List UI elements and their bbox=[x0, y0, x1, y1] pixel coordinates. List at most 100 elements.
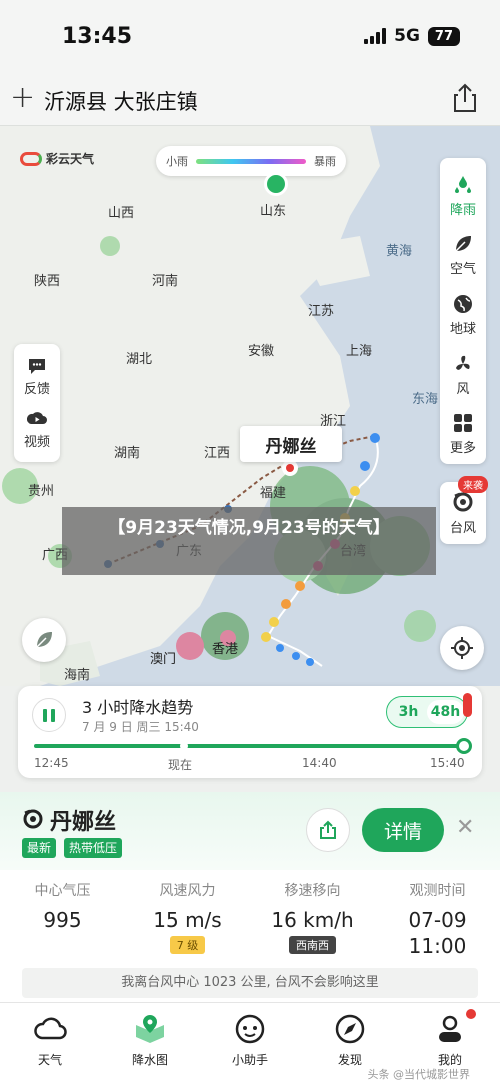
stat-value: 07-09 bbox=[408, 908, 467, 932]
stat-label: 观测时间 bbox=[409, 883, 466, 899]
sea-label: 黄海 bbox=[386, 244, 413, 259]
chat-icon bbox=[28, 358, 45, 374]
province-label: 江苏 bbox=[308, 304, 335, 319]
timeline-now-mark bbox=[180, 742, 188, 750]
share-icon bbox=[320, 820, 336, 839]
fan-icon bbox=[456, 355, 470, 370]
location-title[interactable]: 沂源县 大张庄镇 bbox=[44, 86, 198, 116]
brand-logo: 彩云天气 bbox=[20, 150, 94, 167]
rain-legend: 小雨 暴雨 bbox=[156, 146, 346, 176]
stat-label: 中心气压 bbox=[34, 883, 91, 899]
stat-label: 风速风力 bbox=[159, 883, 216, 899]
layer-label: 降雨 bbox=[449, 202, 476, 218]
layer-wind[interactable]: 风 bbox=[440, 345, 486, 405]
signal-icon bbox=[364, 28, 387, 44]
layer-more[interactable]: 更多 bbox=[440, 404, 486, 464]
forecast-title: 3 小时降水趋势 bbox=[82, 698, 194, 717]
network-type: 5G bbox=[394, 26, 420, 46]
timeline-knob[interactable] bbox=[456, 738, 472, 754]
province-label: 福建 bbox=[260, 486, 287, 501]
tab-label: 发现 bbox=[337, 1053, 362, 1067]
stat-value: 15 m/s bbox=[153, 908, 222, 932]
status-time: 13:45 bbox=[62, 24, 133, 49]
tab-assistant[interactable]: 小助手 bbox=[200, 1003, 300, 1083]
legend-low: 小雨 bbox=[166, 155, 188, 168]
locate-button[interactable] bbox=[440, 626, 484, 670]
layer-label: 风 bbox=[456, 381, 470, 397]
stat-movement: 移速移向 16 km/h 西南西 bbox=[250, 880, 375, 966]
typhoon-sheet-header: 丹娜丝 最新 热带低压 详情 ✕ bbox=[0, 792, 500, 870]
toggle-48h[interactable]: 48h bbox=[427, 700, 464, 724]
notification-dot bbox=[463, 693, 472, 717]
layer-label: 地球 bbox=[449, 321, 476, 337]
typhoon-stats: 中心气压 995 风速风力 15 m/s 7 级 移速移向 16 km/h 西南… bbox=[0, 870, 500, 966]
article-title-overlay: 【9月23天气情况,9月23号的天气】 bbox=[62, 507, 436, 575]
wind-level-badge: 7 级 bbox=[169, 936, 206, 954]
stat-pressure: 中心气压 995 bbox=[0, 880, 125, 966]
location-pin-icon[interactable] bbox=[264, 172, 288, 196]
share-icon[interactable] bbox=[450, 82, 480, 114]
stat-observed: 观测时间 07-09 11:00 bbox=[375, 880, 500, 966]
profile-icon bbox=[439, 1015, 461, 1042]
layer-air[interactable]: 空气 bbox=[440, 226, 486, 286]
status-bar: 13:45 5G 77 bbox=[0, 0, 500, 74]
layer-label: 更多 bbox=[449, 441, 476, 457]
leaf-button[interactable] bbox=[22, 618, 66, 662]
pause-button[interactable] bbox=[32, 698, 66, 732]
province-label: 河南 bbox=[152, 274, 179, 289]
toggle-3h[interactable]: 3h bbox=[390, 700, 427, 724]
crosshair-icon bbox=[451, 637, 473, 659]
typhoon-map-label[interactable]: 丹娜丝 bbox=[240, 426, 342, 462]
grid-icon bbox=[454, 414, 472, 433]
typhoon-icon bbox=[453, 492, 473, 511]
legend-gradient bbox=[196, 158, 306, 164]
typhoon-icon bbox=[23, 809, 43, 829]
close-icon[interactable]: ✕ bbox=[456, 816, 474, 840]
map-pin-icon bbox=[136, 1015, 164, 1043]
top-bar: + 沂源县 大张庄镇 bbox=[0, 74, 500, 126]
tab-label: 天气 bbox=[37, 1053, 62, 1067]
legend-high: 暴雨 bbox=[314, 155, 336, 168]
tag-level: 热带低压 bbox=[64, 838, 123, 858]
tab-precipitation-map[interactable]: 降水图 bbox=[100, 1003, 200, 1083]
detail-button[interactable]: 详情 bbox=[362, 808, 444, 852]
typhoon-layer-button[interactable]: 来袭 台风 bbox=[440, 476, 488, 544]
tab-weather[interactable]: 天气 bbox=[0, 1003, 100, 1083]
province-label: 湖南 bbox=[114, 446, 141, 461]
layer-rain[interactable]: 降雨 bbox=[440, 166, 486, 226]
video-label: 视频 bbox=[23, 434, 50, 450]
cloud-icon bbox=[34, 1017, 67, 1040]
province-label: 陕西 bbox=[34, 274, 61, 289]
typhoon-share-button[interactable] bbox=[306, 808, 350, 852]
compass-icon bbox=[335, 1014, 365, 1044]
precipitation-forecast-card: 3 小时降水趋势 7 月 9 日 周三 15:40 3h 48h 12:45 现… bbox=[18, 686, 482, 778]
layer-globe[interactable]: 地球 bbox=[440, 285, 486, 345]
forecast-date: 7 月 9 日 周三 15:40 bbox=[82, 720, 199, 734]
feedback-button[interactable]: 反馈 bbox=[24, 357, 50, 397]
province-label: 安徽 bbox=[248, 344, 275, 359]
globe-icon bbox=[454, 294, 472, 313]
battery-icon: 77 bbox=[427, 26, 460, 46]
logo-icon bbox=[20, 151, 42, 166]
play-icon bbox=[26, 411, 47, 424]
tag-latest: 最新 bbox=[22, 838, 57, 858]
feedback-label: 反馈 bbox=[23, 381, 50, 397]
radar-map[interactable]: 彩云天气 小雨 暴雨 山西 山东 陕西 河南 江苏 湖北 安徽 上海 浙江 湖南… bbox=[0, 126, 500, 686]
timeline-slider[interactable] bbox=[34, 738, 472, 754]
sea-label: 东海 bbox=[412, 392, 439, 407]
timeline-label: 15:40 bbox=[430, 756, 465, 770]
timeline-label: 12:45 bbox=[34, 756, 69, 770]
status-icons: 5G 77 bbox=[364, 26, 460, 46]
add-location-icon[interactable]: + bbox=[10, 82, 35, 114]
notification-dot bbox=[466, 1009, 476, 1019]
tab-label: 降水图 bbox=[131, 1053, 168, 1067]
province-label: 山西 bbox=[108, 206, 135, 221]
video-button[interactable]: 视频 bbox=[24, 410, 50, 450]
range-toggle[interactable]: 3h 48h bbox=[386, 693, 472, 728]
city-label: 澳门 bbox=[150, 652, 177, 667]
assistant-icon bbox=[235, 1014, 265, 1044]
direction-badge: 西南西 bbox=[289, 936, 336, 954]
pause-icon bbox=[43, 708, 47, 722]
province-label: 江西 bbox=[204, 446, 231, 461]
layer-label: 空气 bbox=[449, 262, 476, 278]
